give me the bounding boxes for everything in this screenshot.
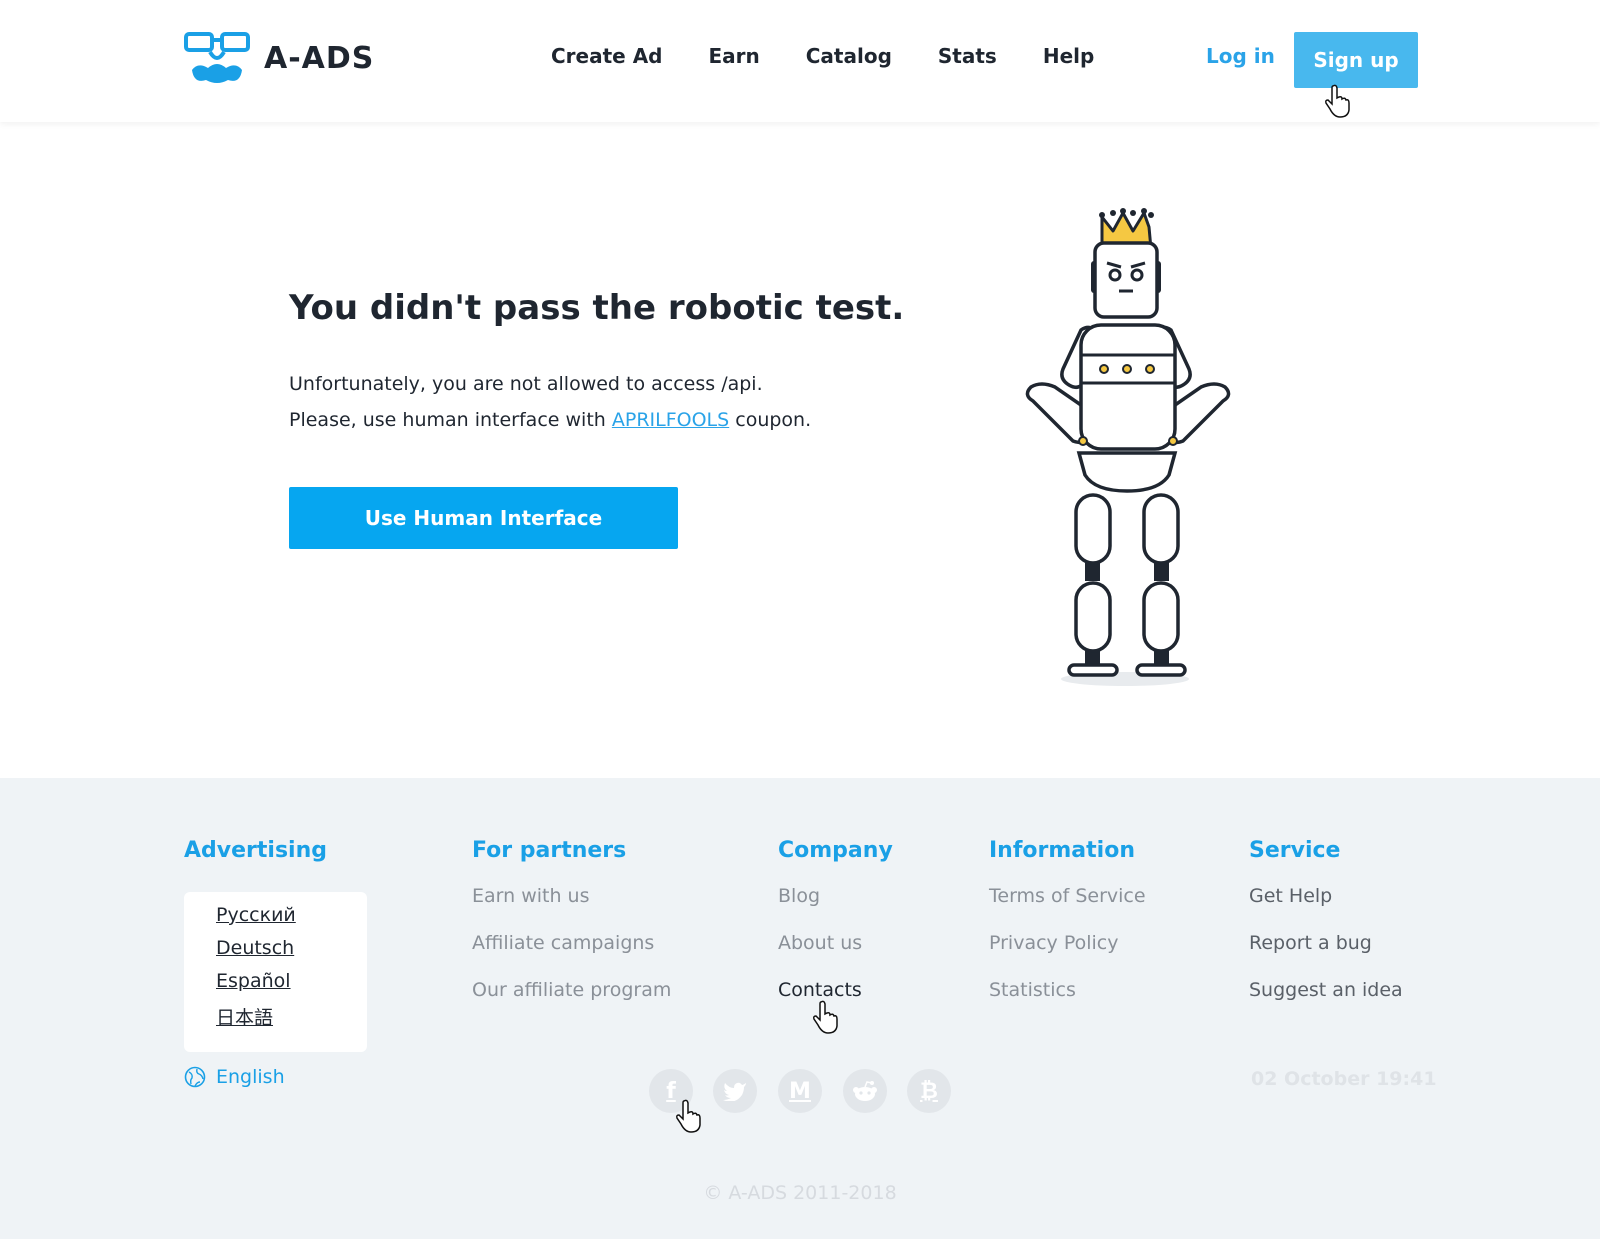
description-line-2: Please, use human interface with APRILFO… xyxy=(289,402,811,438)
footer-heading-partners: For partners xyxy=(472,838,627,863)
footer-link-blog[interactable]: Blog xyxy=(778,885,893,932)
logo-text: A-ADS xyxy=(264,40,375,76)
coupon-link[interactable]: APRILFOOLS xyxy=(612,409,729,431)
globe-icon xyxy=(184,1066,206,1088)
description-prefix: Please, use human interface with xyxy=(289,409,612,431)
footer-link-get-help[interactable]: Get Help xyxy=(1249,885,1403,932)
bitcoin-icon[interactable]: ₿ xyxy=(907,1069,951,1113)
current-datetime: 02 October 19:41 xyxy=(1251,1068,1437,1090)
nav-stats[interactable]: Stats xyxy=(938,44,997,68)
signup-button[interactable]: Sign up xyxy=(1294,32,1418,88)
description-line-1: Unfortunately, you are not allowed to ac… xyxy=(289,373,763,395)
main-nav: Create Ad Earn Catalog Stats Help xyxy=(551,44,1140,68)
footer-col-advertising: Advertising xyxy=(184,838,327,885)
footer-link-statistics[interactable]: Statistics xyxy=(989,979,1146,1026)
hand-cursor-icon xyxy=(1325,84,1350,118)
nav-create-ad[interactable]: Create Ad xyxy=(551,44,662,68)
footer-link-suggest-idea[interactable]: Suggest an idea xyxy=(1249,979,1403,1026)
language-option-japanese[interactable]: 日本語 xyxy=(216,1003,367,1036)
hand-cursor-icon xyxy=(813,1000,838,1034)
nav-catalog[interactable]: Catalog xyxy=(806,44,892,68)
footer-link-affiliate-program[interactable]: Our affiliate program xyxy=(472,979,671,1026)
footer-heading-service: Service xyxy=(1249,838,1341,863)
robot-king-illustration xyxy=(1025,208,1231,686)
error-description: Unfortunately, you are not allowed to ac… xyxy=(289,366,811,438)
language-option-german[interactable]: Deutsch xyxy=(216,937,367,970)
footer-col-partners: For partners Earn with us Affiliate camp… xyxy=(472,838,671,1026)
footer-link-privacy[interactable]: Privacy Policy xyxy=(989,932,1146,979)
footer-link-report-bug[interactable]: Report a bug xyxy=(1249,932,1403,979)
nav-earn[interactable]: Earn xyxy=(708,44,759,68)
footer-link-affiliate-campaigns[interactable]: Affiliate campaigns xyxy=(472,932,671,979)
copyright: © A-ADS 2011-2018 xyxy=(703,1182,897,1204)
use-human-interface-button[interactable]: Use Human Interface xyxy=(289,487,678,549)
language-option-spanish[interactable]: Español xyxy=(216,970,367,1003)
page-title: You didn't pass the robotic test. xyxy=(289,288,905,328)
footer-link-terms[interactable]: Terms of Service xyxy=(989,885,1146,932)
medium-icon[interactable]: M xyxy=(778,1069,822,1113)
footer-heading-company: Company xyxy=(778,838,893,863)
twitter-bird-icon xyxy=(723,1082,746,1101)
site-header: A-ADS Create Ad Earn Catalog Stats Help … xyxy=(0,0,1600,122)
reddit-alien-icon xyxy=(853,1081,877,1101)
footer-link-earn-with-us[interactable]: Earn with us xyxy=(472,885,671,932)
footer-col-information: Information Terms of Service Privacy Pol… xyxy=(989,838,1146,1026)
twitter-icon[interactable] xyxy=(713,1069,757,1113)
footer-link-about-us[interactable]: About us xyxy=(778,932,893,979)
nav-help[interactable]: Help xyxy=(1043,44,1094,68)
reddit-icon[interactable] xyxy=(843,1069,887,1113)
footer-col-service: Service Get Help Report a bug Suggest an… xyxy=(1249,838,1403,1026)
footer-heading-advertising: Advertising xyxy=(184,838,327,863)
hand-cursor-icon xyxy=(676,1099,701,1133)
language-option-russian[interactable]: Русский xyxy=(216,904,367,937)
current-language: English xyxy=(216,1066,285,1088)
login-link[interactable]: Log in xyxy=(1206,44,1275,68)
footer-col-company: Company Blog About us Contacts xyxy=(778,838,893,1026)
language-selector[interactable]: English xyxy=(184,1066,285,1088)
description-suffix: coupon. xyxy=(729,409,812,431)
footer-heading-information: Information xyxy=(989,838,1135,863)
logo[interactable]: A-ADS xyxy=(184,30,374,86)
site-footer: Advertising Русский Deutsch Español 日本語 … xyxy=(0,778,1600,1239)
language-dropdown: Русский Deutsch Español 日本語 xyxy=(184,892,367,1052)
logo-glasses-mustache-icon xyxy=(184,32,250,83)
